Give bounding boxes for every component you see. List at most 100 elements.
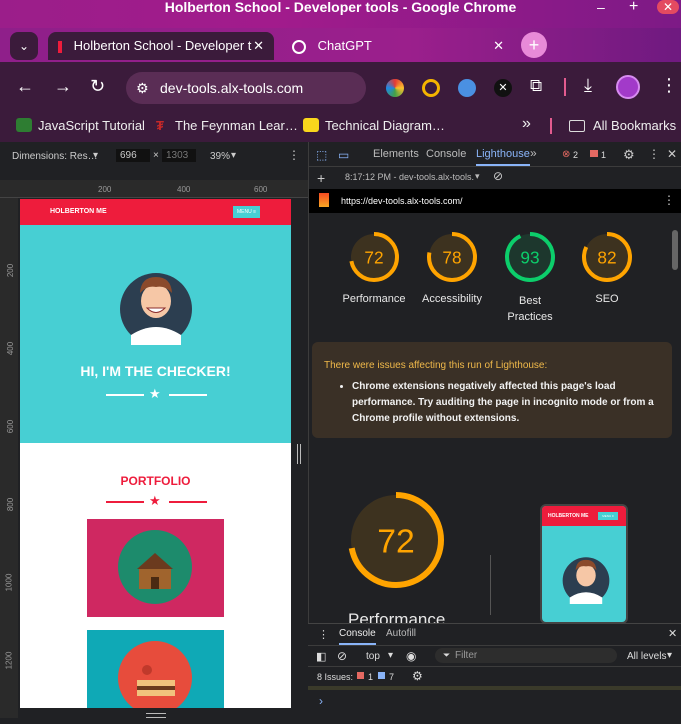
device-toolbar: Dimensions: Res… ▾ 696 × 1303 39% ▾ ⋮ [0,147,308,165]
new-report-icon[interactable]: + [317,170,325,186]
close-tab-icon[interactable]: ✕ [253,32,264,60]
sidebar-toggle-icon[interactable]: ◧ [316,650,326,663]
horizontal-ruler: 200 400 600 [0,180,308,198]
bookmarks-divider [550,118,552,134]
close-tab-icon[interactable]: ✕ [493,32,504,60]
site-menu-button[interactable]: MENU ≡ [233,206,260,218]
console-prompt[interactable]: › [319,694,323,708]
feynman-favicon-icon: ₮ [156,118,164,133]
site-info-icon[interactable]: ⚙ [136,72,149,104]
cabin-icon [118,530,192,604]
back-icon[interactable]: ← [16,76,34,97]
close-window-icon[interactable]: ✕ [657,0,679,14]
device-more-icon[interactable]: ⋮ [288,148,300,162]
extensions-puzzle-icon[interactable]: ⧉ [530,76,542,96]
tab-lighthouse[interactable]: Lighthouse [476,148,530,166]
inspect-icon[interactable]: ⬚ [316,148,327,162]
maximize-icon[interactable]: + [629,0,638,15]
drawer-tab-autofill[interactable]: Autofill [386,628,416,639]
forward-icon[interactable]: → [54,76,72,97]
checker-avatar-icon [120,273,192,345]
issue-error-icon[interactable] [357,672,364,679]
tab-elements[interactable]: Elements [373,148,419,160]
big-gauge-value: 72 [377,523,415,561]
close-drawer-icon[interactable]: ✕ [668,627,677,640]
dimensions-select[interactable]: Dimensions: Res… [12,151,98,162]
gauge-label-seo: SEO [595,293,619,305]
warning-count: 1 [601,150,607,160]
address-bar[interactable]: ⚙ dev-tools.alx-tools.com [126,72,366,104]
hero-divider [169,394,207,396]
drawer-tab-console[interactable]: Console [339,628,376,645]
hero-heading: HI, I'M THE CHECKER! [80,363,231,379]
tab-holberton[interactable]: Holberton School - Developer t ✕ [48,32,274,60]
report-select[interactable]: 8:17:12 PM - dev-tools.alx-tools. [345,172,474,182]
width-input[interactable]: 696 [116,149,150,162]
portfolio-card-cabin[interactable] [87,519,224,617]
close-devtools-icon[interactable]: ✕ [667,147,677,161]
clear-console-icon[interactable]: ⊘ [337,649,347,663]
issue-error-count: 1 [368,672,374,682]
download-icon[interactable]: ⤓ [584,75,592,96]
vertical-ruler: 200 400 600 800 1000 1200 [0,198,18,718]
extension-blue-icon[interactable] [458,79,476,97]
chevron-down-icon: ▾ [388,650,394,661]
bookmark-item[interactable]: Technical Diagram… [325,118,445,133]
console-settings-icon[interactable]: ⚙ [412,669,423,683]
bookmark-item[interactable]: JavaScript Tutorial [38,118,145,133]
diagram-favicon-icon [303,118,319,132]
report-more-icon[interactable]: ⋮ [663,193,675,207]
issue-info-icon[interactable] [378,672,385,679]
settings-gear-icon[interactable]: ⚙ [623,147,635,163]
drawer-divider [308,645,681,646]
eye-icon[interactable]: ◉ [406,649,416,663]
window-title-bar: Holberton School - Developer tools - Goo… [0,0,681,28]
device-toggle-icon[interactable]: ▭ [338,148,349,162]
resize-handle-icon[interactable] [297,444,301,464]
console-separator [308,686,681,690]
gauge-3-value: 82 [597,247,616,267]
more-tabs-icon[interactable]: » [530,146,537,160]
minimize-icon[interactable]: – [597,0,605,14]
tab-console[interactable]: Console [426,148,466,160]
zoom-select[interactable]: 39% [210,151,230,162]
report-url[interactable]: https://dev-tools.alx-tools.com/ [341,196,463,206]
bookmark-item[interactable]: The Feynman Lear… [175,118,298,133]
clear-report-icon[interactable]: ⊘ [493,169,503,183]
devtools-more-icon[interactable]: ⋮ [648,147,660,161]
error-icon[interactable]: ⊗ [562,149,570,160]
reload-icon[interactable]: ↻ [90,76,105,97]
report-scrollbar[interactable] [672,230,678,270]
warning-title: There were issues affecting this run of … [324,360,548,371]
extension-x-icon[interactable]: ✕ [494,79,512,97]
filter-icon: ⏷ [443,650,451,660]
portfolio-card-cake[interactable] [87,630,224,708]
geeks-favicon-icon [16,118,32,132]
resize-bottom-handle-icon[interactable] [146,713,166,718]
lighthouse-warning: There were issues affecting this run of … [312,342,672,438]
levels-select[interactable]: All levels [627,651,666,662]
extension-chrome-icon[interactable] [422,79,440,97]
drawer-menu-icon[interactable]: ⋮ [318,628,329,641]
extension-color-icon[interactable] [386,79,404,97]
times-label: × [153,150,159,161]
bookmarks-bar: JavaScript Tutorial ₮ The Feynman Lear… … [0,110,681,142]
height-input[interactable]: 1303 [162,149,196,162]
issues-label: 8 Issues: [317,672,354,682]
all-bookmarks-label[interactable]: All Bookmarks [593,118,676,133]
holberton-favicon-icon [58,40,62,53]
console-drawer: ⋮ Console Autofill ✕ ◧ ⊘ top ▾ ◉ ⏷ Filte… [308,623,681,724]
chrome-menu-icon[interactable]: ⋮ [660,75,678,96]
context-select[interactable]: top [366,651,380,662]
folder-icon [569,120,585,132]
warning-icon[interactable] [590,150,598,157]
profile-avatar[interactable] [616,75,640,99]
new-tab-button[interactable]: + [521,32,547,58]
tab-label: ChatGPT [317,38,372,53]
site-brand[interactable]: HOLBERTON ME [50,208,107,215]
chevron-down-icon: ▾ [231,150,237,161]
tab-chatgpt[interactable]: ChatGPT ✕ [282,32,514,60]
tab-search-icon[interactable]: ⌄ [10,32,38,60]
bookmarks-overflow-icon[interactable]: » [522,115,531,133]
console-filter-input[interactable]: ⏷ Filter [435,648,617,663]
